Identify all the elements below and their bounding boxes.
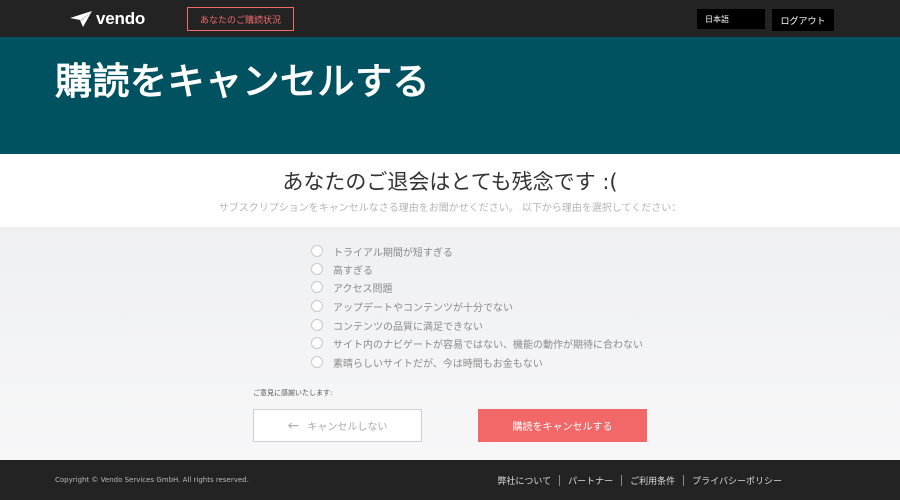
feedback-label: ご意見に感謝いたします: [253, 389, 333, 397]
footer-link-terms[interactable]: ご利用条件 [630, 474, 675, 487]
page-title: 購読をキャンセルする [55, 60, 430, 103]
keep-subscription-button[interactable]: ← キャンセルしない [253, 409, 422, 442]
reason-option[interactable]: コンテンツの品質に満足できない [311, 318, 483, 333]
reason-label: アクセス問題 [333, 283, 393, 295]
footer-links: 弊社について パートナー ご利用条件 プライバシーポリシー [497, 474, 782, 487]
vendo-logo-icon [70, 11, 92, 27]
top-nav: vendo あなたのご購読状況 日本語 ログアウト [0, 0, 900, 37]
footer-divider [621, 475, 623, 486]
radio-button[interactable] [311, 263, 323, 275]
arrow-left-icon: ← [287, 417, 300, 434]
footer-link-privacy[interactable]: プライバシーポリシー [692, 474, 782, 487]
reason-option[interactable]: 素晴らしいサイトだが、今は時間もお金もない [311, 355, 543, 370]
reason-label: トライアル期間が短すぎる [333, 247, 453, 259]
footer-divider [559, 475, 561, 486]
subscription-status-link[interactable]: あなたのご購読状況 [187, 7, 294, 31]
sorry-subtext: サブスクリプションをキャンセルなさる理由をお聞かせください。 以下から理由を選択… [218, 203, 682, 214]
language-select[interactable]: 日本語 [697, 9, 765, 29]
radio-button[interactable] [311, 300, 323, 312]
logout-button[interactable]: ログアウト [772, 9, 834, 31]
reason-option[interactable]: 高すぎる [311, 262, 373, 277]
radio-button[interactable] [311, 281, 323, 293]
radio-button[interactable] [311, 319, 323, 331]
logo-text: vendo [96, 9, 146, 28]
radio-button[interactable] [311, 245, 323, 257]
sorry-section: あなたのご退会はとても残念です :( サブスクリプションをキャンセルなさる理由を… [0, 154, 900, 227]
cancel-subscription-button[interactable]: 購読をキャンセルする [478, 409, 647, 442]
reason-option[interactable]: サイト内のナビゲートが容易ではない、機能の動作が期待に合わない [311, 336, 643, 351]
reason-label: 素晴らしいサイトだが、今は時間もお金もない [333, 358, 543, 370]
reason-label: アップデートやコンテンツが十分でない [333, 302, 513, 314]
footer-divider [683, 475, 685, 486]
copyright-text: Copyright © Vendo Services GmbH. All rig… [55, 476, 249, 484]
reason-label: サイト内のナビゲートが容易ではない、機能の動作が期待に合わない [333, 339, 643, 351]
hero-banner: 購読をキャンセルする [0, 37, 900, 154]
reason-label: 高すぎる [333, 265, 373, 277]
sorry-heading: あなたのご退会はとても残念です :( [282, 170, 618, 194]
reason-option[interactable]: アップデートやコンテンツが十分でない [311, 299, 513, 314]
radio-button[interactable] [311, 337, 323, 349]
reasons-section: トライアル期間が短すぎる 高すぎる アクセス問題 アップデートやコンテンツが十分… [0, 227, 900, 460]
reason-option[interactable]: トライアル期間が短すぎる [311, 244, 453, 259]
footer: Copyright © Vendo Services GmbH. All rig… [0, 460, 900, 500]
keep-subscription-label: キャンセルしない [307, 422, 388, 433]
reason-option[interactable]: アクセス問題 [311, 280, 393, 295]
footer-link-about[interactable]: 弊社について [497, 474, 551, 487]
vendo-logo[interactable]: vendo [70, 9, 145, 29]
reason-label: コンテンツの品質に満足できない [333, 321, 483, 333]
radio-button[interactable] [311, 356, 323, 368]
footer-link-partners[interactable]: パートナー [568, 474, 613, 487]
